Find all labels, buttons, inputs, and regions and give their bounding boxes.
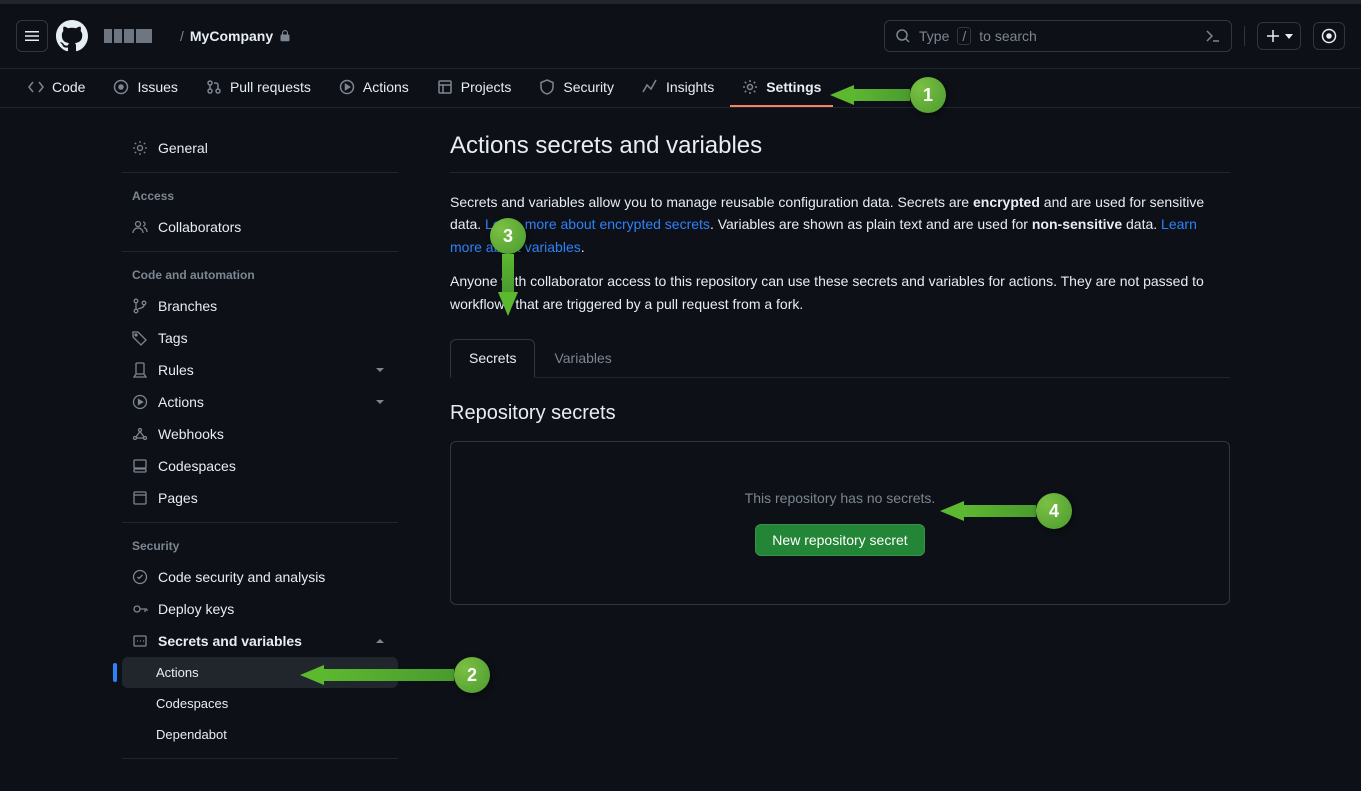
search-label-suffix: to search <box>979 28 1037 44</box>
sidebar-item-code-security[interactable]: Code security and analysis <box>122 561 398 593</box>
sidebar-item-branches[interactable]: Branches <box>122 290 398 322</box>
empty-secrets-box: This repository has no secrets. New repo… <box>450 441 1230 605</box>
sidebar-item-deploy-keys[interactable]: Deploy keys <box>122 593 398 625</box>
chevron-up-icon <box>372 633 388 649</box>
section-title: Repository secrets <box>450 402 1230 425</box>
description-paragraph-2: Anyone with collaborator access to this … <box>450 270 1230 315</box>
tab-pull-requests[interactable]: Pull requests <box>194 69 323 107</box>
github-logo[interactable] <box>56 20 88 52</box>
link-encrypted-secrets[interactable]: Learn more about encrypted secrets <box>485 216 710 232</box>
sidebar-heading-code: Code and automation <box>122 260 398 290</box>
repo-name[interactable]: MyCompany <box>190 28 273 44</box>
plus-icon <box>1265 28 1281 44</box>
page-title: Actions secrets and variables <box>450 132 1230 173</box>
empty-text: This repository has no secrets. <box>475 490 1205 506</box>
chevron-down-icon <box>372 394 388 410</box>
sidebar-item-codespaces[interactable]: Codespaces <box>122 450 398 482</box>
hamburger-menu[interactable] <box>16 20 48 52</box>
tab-insights[interactable]: Insights <box>630 69 726 107</box>
search-key: / <box>957 27 971 45</box>
repo-nav-tabs: Code Issues Pull requests Actions Projec… <box>0 69 1361 108</box>
new-repository-secret-button[interactable]: New repository secret <box>755 524 924 556</box>
secrets-variables-tabs: Secrets Variables <box>450 339 1230 378</box>
create-new-button[interactable] <box>1257 22 1301 50</box>
settings-sidebar: General Access Collaborators Code and au… <box>0 132 414 767</box>
header: / MyCompany Type / to search <box>0 4 1361 69</box>
sidebar-item-secrets-variables[interactable]: Secrets and variables <box>122 625 398 657</box>
sidebar-heading-access: Access <box>122 181 398 211</box>
tab-settings[interactable]: Settings <box>730 69 833 107</box>
chevron-down-icon <box>372 362 388 378</box>
sidebar-subitem-actions[interactable]: Actions <box>122 657 398 688</box>
owner-avatar-placeholder <box>104 28 164 44</box>
lock-icon <box>279 30 291 42</box>
main-content: Actions secrets and variables Secrets an… <box>434 132 1254 767</box>
caret-down-icon <box>1285 34 1293 39</box>
tab-issues[interactable]: Issues <box>101 69 189 107</box>
sidebar-item-tags[interactable]: Tags <box>122 322 398 354</box>
tab-secrets[interactable]: Secrets <box>450 339 535 378</box>
sidebar-item-webhooks[interactable]: Webhooks <box>122 418 398 450</box>
sidebar-item-collaborators[interactable]: Collaborators <box>122 211 398 243</box>
sidebar-heading-security: Security <box>122 531 398 561</box>
description-paragraph-1: Secrets and variables allow you to manag… <box>450 191 1230 258</box>
sidebar-subitem-codespaces[interactable]: Codespaces <box>122 688 398 719</box>
tab-variables[interactable]: Variables <box>535 339 630 377</box>
tab-security[interactable]: Security <box>527 69 626 107</box>
divider <box>1244 26 1245 46</box>
dot-circle-icon <box>1321 28 1337 44</box>
tab-actions[interactable]: Actions <box>327 69 421 107</box>
breadcrumb-separator: / <box>180 28 184 44</box>
tab-projects[interactable]: Projects <box>425 69 524 107</box>
sidebar-subitem-dependabot[interactable]: Dependabot <box>122 719 398 750</box>
search-icon <box>895 28 911 44</box>
breadcrumb: / MyCompany <box>180 28 291 44</box>
search-label-prefix: Type <box>919 28 949 44</box>
search-input[interactable]: Type / to search <box>884 20 1232 52</box>
sidebar-item-pages[interactable]: Pages <box>122 482 398 514</box>
issues-icon-button[interactable] <box>1313 22 1345 50</box>
sidebar-item-actions[interactable]: Actions <box>122 386 398 418</box>
annotation-badge-1: 1 <box>910 77 946 113</box>
command-palette-icon[interactable] <box>1205 28 1221 44</box>
sidebar-item-rules[interactable]: Rules <box>122 354 398 386</box>
sidebar-item-general[interactable]: General <box>122 132 398 164</box>
tab-code[interactable]: Code <box>16 69 97 107</box>
